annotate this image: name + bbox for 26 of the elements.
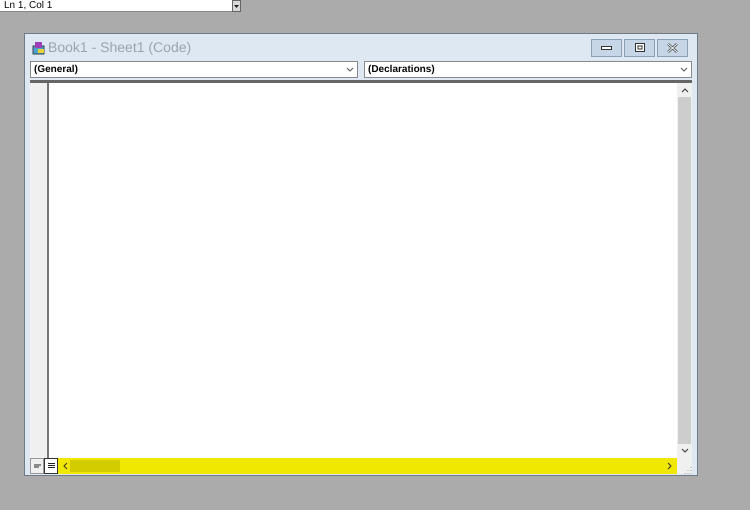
object-dropdown[interactable]: (General) <box>30 61 358 78</box>
chevron-down-icon <box>346 67 354 72</box>
close-icon <box>667 42 678 52</box>
horizontal-scrollbar[interactable] <box>58 458 677 474</box>
maximize-button[interactable] <box>624 38 655 56</box>
window-title: Book1 - Sheet1 (Code) <box>48 38 192 57</box>
chevron-down-icon <box>680 67 688 72</box>
lines-icon <box>34 464 40 468</box>
vertical-scrollbar[interactable] <box>677 83 692 458</box>
resize-grip-icon <box>684 466 692 474</box>
minimize-button[interactable] <box>591 38 622 56</box>
scroll-left-icon <box>62 462 68 470</box>
maximize-icon <box>634 43 644 52</box>
procedure-view-button[interactable] <box>30 458 44 474</box>
caret-icon <box>234 4 239 8</box>
status-field[interactable]: Ln 1, Col 1 <box>0 0 232 12</box>
scrollbar-thumb[interactable] <box>678 97 691 444</box>
minimize-icon <box>601 46 612 50</box>
dropdown-button[interactable] <box>232 0 241 12</box>
scroll-right-icon <box>667 462 673 470</box>
lines-icon <box>48 463 54 469</box>
scrollbar-thumb[interactable] <box>70 460 120 472</box>
close-button[interactable] <box>657 38 688 56</box>
procedure-dropdown[interactable]: (Declarations) <box>364 61 692 78</box>
module-view-button[interactable] <box>44 458 58 474</box>
code-module-icon <box>32 40 46 54</box>
